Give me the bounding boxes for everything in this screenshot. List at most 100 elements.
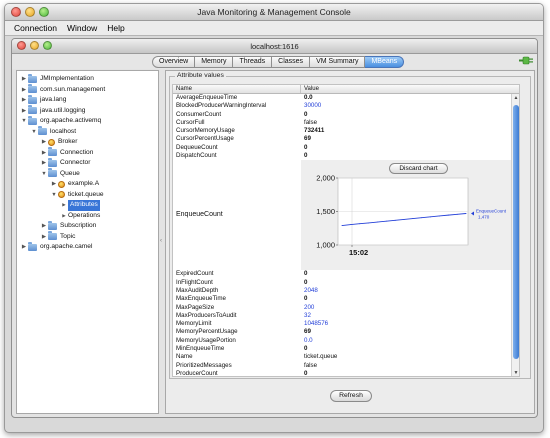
table-row[interactable]: MaxAuditDepth 2048 [173,287,519,295]
table-row[interactable]: CursorPercentUsage 69 [173,135,519,143]
tree-node-subscription[interactable]: ▶ Subscription [17,220,158,232]
legend-label: EnqueueCount [476,209,507,214]
tree-node-example-a[interactable]: ▶ example.A [17,179,158,190]
tab-threads[interactable]: Threads [233,56,273,68]
tree-node-ticket-queue[interactable]: ▼ ticket.queue [17,190,158,201]
tree-node-topic[interactable]: ▶ Topic [17,231,158,243]
tab-overview[interactable]: Overview [152,56,196,68]
table-row[interactable]: ExpiredCount 0 [173,270,519,278]
leaf-arrow-icon[interactable]: ▶ [60,211,68,222]
collapse-arrow-icon[interactable]: ▼ [20,116,28,127]
close-window-button[interactable] [11,7,21,17]
tree-node-jmimplementation[interactable]: ▶ JMImplementation [17,73,158,85]
table-row[interactable]: AverageEnqueueTime 0.0 [173,94,519,102]
table-row[interactable]: MinEnqueueTime 0 [173,345,519,353]
attribute-value: false [304,118,318,126]
attribute-value: 0.0 [304,94,313,101]
tree-node-com-sun-management[interactable]: ▶ com.sun.management [17,84,158,96]
data-point [465,213,467,215]
table-row[interactable]: Name ticket.queue [173,353,519,361]
tree-node-queue[interactable]: ▼ Queue [17,168,158,180]
tree-node-operations[interactable]: ▶ Operations [17,211,158,222]
tree-node-attributes[interactable]: ▶ Attributes [17,200,158,211]
split-pane-divider[interactable] [160,70,164,414]
table-row[interactable]: MemoryPercentUsage 69 [173,328,519,336]
table-row[interactable]: MaxEnqueueTime 0 [173,295,519,303]
scrollbar-thumb[interactable] [513,105,519,359]
tree-node-label: localhost [50,127,77,135]
tab-mbeans[interactable]: MBeans [365,56,405,68]
tree-node-org-apache-camel[interactable]: ▶ org.apache.camel [17,241,158,253]
attribute-value[interactable]: 1048576 [301,320,328,328]
tree-node-label: Attributes [68,200,100,211]
attribute-value: ticket.queue [304,353,338,361]
expand-arrow-icon[interactable]: ▶ [50,179,58,190]
tree-node-java-util-logging[interactable]: ▶ java.util.logging [17,105,158,117]
data-point [394,220,396,222]
expand-arrow-icon[interactable]: ▶ [20,242,28,253]
minimize-window-button[interactable] [25,7,35,17]
tree-node-broker[interactable]: ▶ Broker [17,137,158,148]
expand-arrow-icon[interactable]: ▶ [20,85,28,96]
tree-node-java-lang[interactable]: ▶ java.lang [17,94,158,106]
collapse-arrow-icon[interactable]: ▼ [40,169,48,180]
attribute-value: 0 [304,369,308,377]
tree-node-connector[interactable]: ▶ Connector [17,157,158,169]
table-row[interactable]: BlockedProducerWarningInterval 30000 [173,102,519,110]
attribute-value[interactable]: 30000 [301,102,321,110]
table-row[interactable]: ConsumerCount 0 [173,111,519,119]
column-header-value[interactable]: Value [301,85,319,93]
expand-arrow-icon[interactable]: ▶ [40,221,48,232]
scroll-up-arrow-icon[interactable]: ▲ [512,94,519,102]
attribute-name: MemoryLimit [176,320,212,328]
expand-arrow-icon[interactable]: ▶ [20,95,28,106]
table-scrollbar[interactable]: ▲ ▼ [511,94,519,376]
tree-node-connection[interactable]: ▶ Connection [17,147,158,159]
expand-arrow-icon[interactable]: ▶ [20,74,28,85]
attribute-value[interactable]: 32 [301,312,311,320]
column-header-name[interactable]: Name [173,85,301,93]
attribute-value[interactable]: 2048 [301,287,318,295]
table-row[interactable]: InFlightCount 0 [173,279,519,287]
tree-node-org-apache-activemq[interactable]: ▼ org.apache.activemq [17,115,158,127]
attribute-value: 69 [304,328,311,336]
minimize-connection-button[interactable] [30,41,39,50]
table-row[interactable]: CursorMemoryUsage 732411 [173,127,519,135]
tab-classes[interactable]: Classes [272,56,311,68]
table-row[interactable]: PrioritizedMessages false [173,362,519,370]
tree-node-localhost[interactable]: ▼ localhost [17,126,158,138]
table-row[interactable]: MaxPageSize 200 [173,304,519,312]
menu-window[interactable]: Window [67,23,97,33]
leaf-arrow-icon[interactable]: ▶ [60,200,68,211]
table-row[interactable]: EnqueueCount Discard chart 2,000 1,500 1,0… [173,160,519,271]
table-row[interactable]: ProducerCount 0 [173,369,519,377]
table-row[interactable]: DequeueCount 0 [173,144,519,152]
expand-arrow-icon[interactable]: ▶ [40,232,48,243]
window-titlebar[interactable]: Java Monitoring & Management Console [5,4,543,21]
collapse-arrow-icon[interactable]: ▼ [50,190,58,201]
expand-arrow-icon[interactable]: ▶ [20,106,28,117]
attribute-value[interactable]: 200 [301,304,314,312]
table-row[interactable]: MaxProducersToAudit 32 [173,312,519,320]
attribute-value[interactable]: 0.0 [301,337,313,345]
connection-titlebar[interactable]: localhost:1616 [12,39,537,54]
collapse-arrow-icon[interactable]: ▼ [30,127,38,138]
maximize-connection-button[interactable] [43,41,52,50]
scroll-down-arrow-icon[interactable]: ▼ [512,369,519,376]
tab-vm-summary[interactable]: VM Summary [310,56,366,68]
table-row[interactable]: MemoryLimit 1048576 [173,320,519,328]
table-row[interactable]: CursorFull false [173,119,519,127]
close-connection-button[interactable] [17,41,26,50]
tab-bar: Overview Memory Threads Classes VM Summa… [12,54,537,69]
zoom-window-button[interactable] [39,7,49,17]
expand-arrow-icon[interactable]: ▶ [40,137,48,148]
menu-help[interactable]: Help [107,23,124,33]
table-row[interactable]: MemoryUsagePortion 0.0 [173,337,519,345]
expand-arrow-icon[interactable]: ▶ [40,148,48,159]
expand-arrow-icon[interactable]: ▶ [40,158,48,169]
tree-node-label: java.util.logging [40,106,86,114]
refresh-button[interactable]: Refresh [330,390,372,402]
table-row[interactable]: DispatchCount 0 [173,152,519,160]
menu-connection[interactable]: Connection [14,23,57,33]
tab-memory[interactable]: Memory [195,56,234,68]
